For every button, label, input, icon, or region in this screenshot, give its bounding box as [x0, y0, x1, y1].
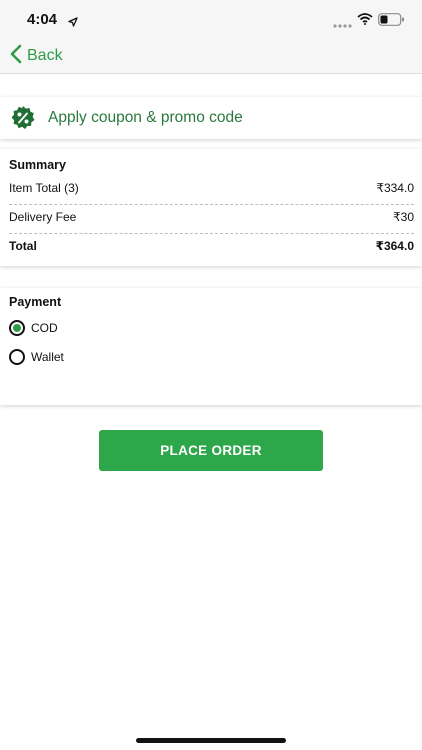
summary-row-label: Delivery Fee	[9, 210, 77, 224]
percent-badge-icon	[10, 105, 36, 131]
back-button[interactable]: Back	[10, 44, 63, 68]
summary-row-item-total: Item Total (3) ₹334.0	[9, 177, 414, 199]
payment-option-wallet[interactable]: Wallet	[9, 347, 64, 367]
status-time: 4:04	[27, 11, 58, 28]
summary-row-label: Total	[9, 239, 37, 253]
place-order-button[interactable]: PLACE ORDER	[99, 430, 323, 471]
back-label: Back	[27, 47, 63, 64]
summary-row-delivery-fee: Delivery Fee ₹30	[9, 206, 414, 228]
nav-bar: Back	[0, 40, 422, 74]
payment-title: Payment	[9, 295, 62, 309]
wifi-icon	[357, 12, 373, 30]
chevron-left-icon	[10, 44, 27, 69]
battery-icon	[378, 13, 405, 31]
payment-card: Payment COD Wallet	[0, 288, 422, 405]
signal-icon	[333, 16, 353, 34]
payment-option-label: Wallet	[31, 350, 64, 364]
apply-coupon-label: Apply coupon & promo code	[48, 109, 243, 126]
radio-unselected-icon[interactable]	[9, 349, 25, 365]
summary-row-value: ₹30	[393, 210, 414, 224]
home-indicator	[136, 738, 286, 743]
payment-option-cod[interactable]: COD	[9, 318, 58, 338]
location-arrow-icon	[68, 14, 78, 32]
status-bar: 4:04	[0, 0, 422, 40]
summary-title: Summary	[9, 158, 66, 172]
summary-row-total: Total ₹364.0	[9, 235, 414, 257]
apply-coupon-row[interactable]: Apply coupon & promo code	[0, 97, 422, 139]
radio-selected-icon[interactable]	[9, 320, 25, 336]
dashed-divider	[9, 204, 414, 205]
summary-row-value: ₹334.0	[376, 181, 414, 195]
dashed-divider	[9, 233, 414, 234]
payment-option-label: COD	[31, 321, 58, 335]
summary-card: Summary Item Total (3) ₹334.0 Delivery F…	[0, 149, 422, 266]
summary-row-value: ₹364.0	[375, 239, 414, 253]
summary-row-label: Item Total (3)	[9, 181, 79, 195]
